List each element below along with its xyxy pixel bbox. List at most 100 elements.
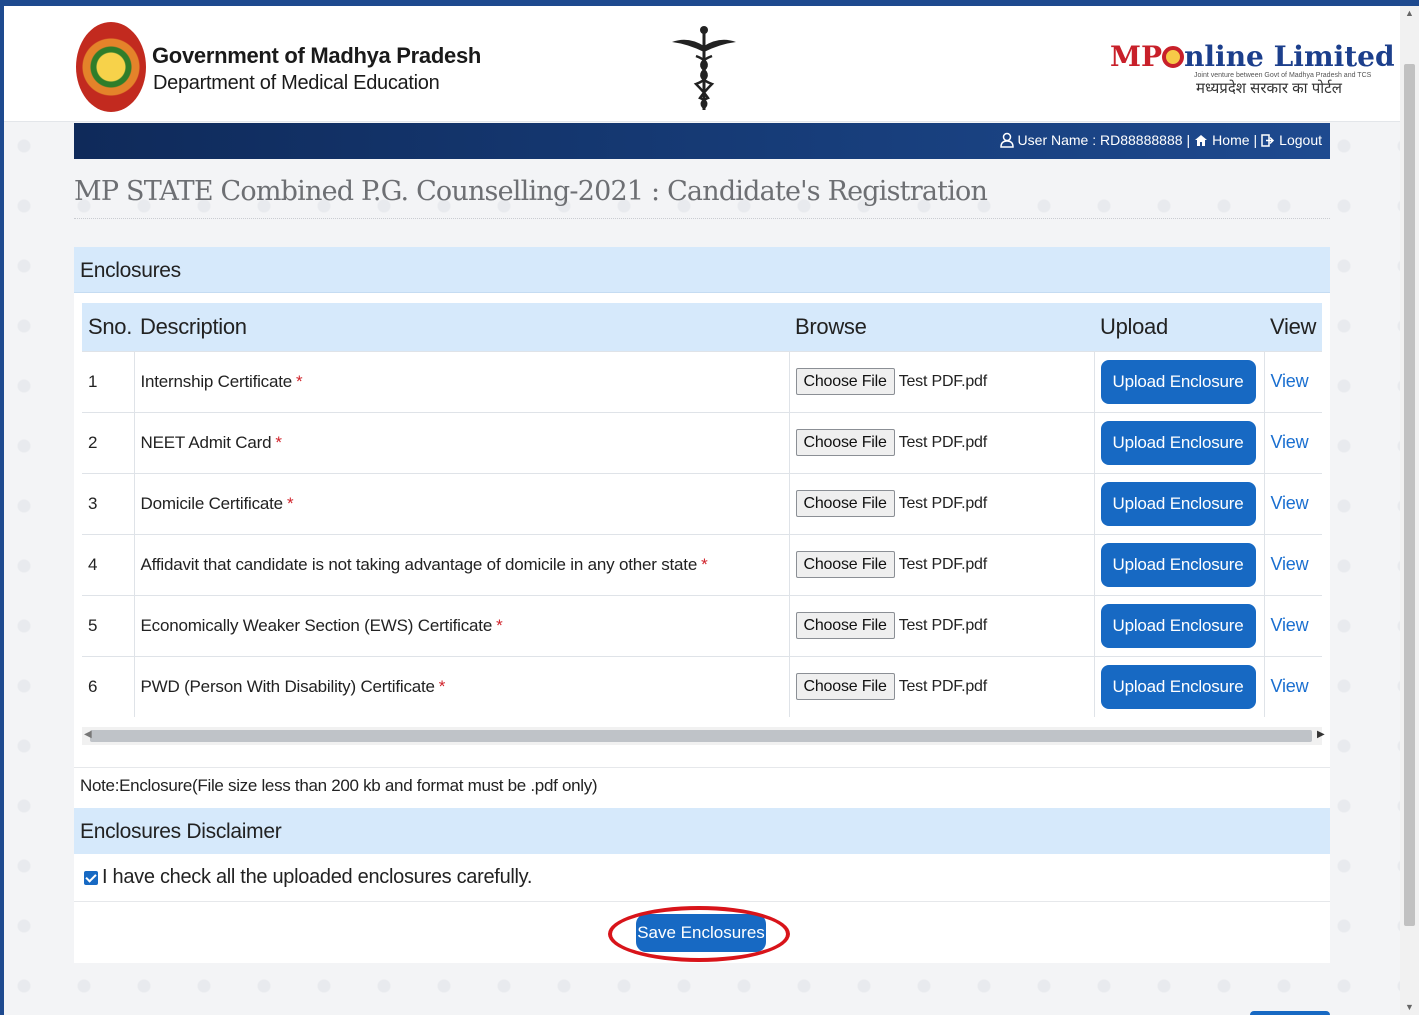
row-description: Economically Weaker Section (EWS) Certif… — [134, 594, 790, 656]
row-browse: Choose File Test PDF.pdf — [789, 655, 1095, 717]
file-size-note: Note:Enclosure(File size less than 200 k… — [80, 776, 598, 795]
row-description-text: Economically Weaker Section (EWS) Certif… — [140, 615, 493, 635]
table-row: 2 NEET Admit Card * Choose File Test PDF.p… — [82, 411, 1322, 473]
upload-enclosure-button[interactable]: Upload Enclosure — [1100, 420, 1256, 465]
disclaimer-checkbox-row[interactable]: I have check all the uploaded enclosures… — [84, 866, 532, 889]
scroll-right-arrow-icon[interactable]: ▶ — [1317, 729, 1325, 740]
home-icon[interactable] — [1194, 134, 1208, 147]
row-view: View — [1264, 655, 1322, 717]
row-description-text: PWD (Person With Disability) Certificate — [140, 676, 435, 696]
row-upload: Upload Enclosure — [1094, 472, 1265, 534]
row-upload: Upload Enclosure — [1094, 533, 1265, 595]
column-header-upload: Upload — [1094, 303, 1264, 351]
disclaimer-checkbox[interactable] — [84, 870, 98, 885]
column-header-sno: Sno. — [82, 303, 134, 351]
scroll-left-arrow-icon[interactable]: ◀ — [84, 729, 92, 740]
row-description: Domicile Certificate * — [134, 472, 790, 534]
upload-enclosure-button[interactable]: Upload Enclosure — [1100, 481, 1256, 526]
row-browse: Choose File Test PDF.pdf — [789, 533, 1095, 595]
row-view: View — [1264, 594, 1322, 656]
row-description-text: Domicile Certificate — [140, 493, 284, 513]
table-scroll-thumb[interactable] — [90, 730, 1312, 742]
site-header: Government of Madhya Pradesh Department … — [4, 6, 1400, 122]
row-view: View — [1264, 533, 1322, 595]
table-row: 1 Internship Certificate * Choose File Tes… — [82, 350, 1322, 412]
required-mark: * — [296, 371, 303, 391]
nav-separator: | — [1186, 132, 1191, 148]
choose-file-button[interactable]: Choose File — [795, 368, 895, 395]
nav-links: User Name : RD88888888 | Home | Logout — [999, 132, 1322, 148]
table-header-row: Sno. Description Browse Upload View — [82, 303, 1322, 351]
scroll-down-arrow-icon[interactable]: ▼ — [1405, 1002, 1414, 1012]
enclosures-panel-header: Enclosures — [74, 247, 1330, 293]
table-row: 4 Affidavit that candidate is not taking… — [82, 533, 1322, 595]
view-link[interactable]: View — [1271, 554, 1309, 574]
selected-file-name: Test PDF.pdf — [898, 372, 988, 390]
selected-file-name: Test PDF.pdf — [898, 433, 988, 451]
view-link[interactable]: View — [1271, 676, 1309, 696]
choose-file-button[interactable]: Choose File — [795, 490, 895, 517]
upload-enclosure-button[interactable]: Upload Enclosure — [1100, 542, 1256, 587]
row-description: PWD (Person With Disability) Certificate… — [134, 655, 790, 717]
row-upload: Upload Enclosure — [1094, 594, 1265, 656]
row-description-text: Internship Certificate — [140, 371, 293, 391]
row-view: View — [1264, 350, 1322, 412]
enclosures-heading: Enclosures — [80, 259, 181, 282]
view-link[interactable]: View — [1271, 615, 1309, 635]
row-sno: 5 — [82, 594, 135, 656]
logout-icon[interactable] — [1261, 133, 1275, 147]
row-browse: Choose File Test PDF.pdf — [789, 594, 1095, 656]
table-row: 6 PWD (Person With Disability) Certifica… — [82, 655, 1322, 717]
table-row: 3 Domicile Certificate * Choose File Test … — [82, 472, 1322, 534]
column-header-description: Description — [134, 303, 789, 351]
selected-file-name: Test PDF.pdf — [898, 677, 988, 695]
row-description-text: Affidavit that candidate is not taking a… — [140, 554, 698, 574]
disclaimer-checkbox-label[interactable]: I have check all the uploaded enclosures… — [102, 866, 532, 889]
gov-title: Government of Madhya Pradesh — [152, 43, 482, 68]
title-divider — [74, 218, 1330, 219]
offscreen-button-edge — [1250, 1011, 1330, 1015]
note-divider — [74, 767, 1330, 768]
required-mark: * — [701, 554, 708, 574]
row-sno: 2 — [82, 411, 135, 473]
choose-file-button[interactable]: Choose File — [795, 551, 895, 578]
mponline-hindi-tagline: मध्यप्रदेश सरकार का पोर्टल — [1196, 80, 1342, 97]
upload-enclosure-button[interactable]: Upload Enclosure — [1100, 664, 1256, 709]
scroll-up-arrow-icon[interactable]: ▲ — [1405, 8, 1414, 18]
choose-file-button[interactable]: Choose File — [795, 673, 895, 701]
enclosures-panel: Enclosures Sno. Description Browse Uploa… — [74, 247, 1330, 963]
mponline-logo: MP nline Limited — [1110, 40, 1395, 73]
row-sno: 6 — [82, 655, 135, 717]
state-seal-icon — [76, 22, 146, 112]
choose-file-button[interactable]: Choose File — [795, 429, 895, 456]
disclaimer-header: Enclosures Disclaimer — [74, 808, 1330, 854]
row-browse: Choose File Test PDF.pdf — [789, 472, 1095, 534]
column-header-browse: Browse — [789, 303, 1094, 351]
view-link[interactable]: View — [1271, 493, 1309, 513]
row-description: Affidavit that candidate is not taking a… — [134, 533, 790, 595]
upload-enclosure-button[interactable]: Upload Enclosure — [1100, 603, 1256, 648]
row-browse: Choose File Test PDF.pdf — [789, 350, 1095, 412]
row-sno: 1 — [82, 350, 135, 412]
logout-link[interactable]: Logout — [1279, 132, 1322, 148]
column-header-view: View — [1264, 303, 1322, 351]
required-mark: * — [496, 615, 503, 635]
home-link[interactable]: Home — [1212, 132, 1249, 148]
page-scroll-thumb[interactable] — [1404, 64, 1415, 926]
required-mark: * — [286, 493, 294, 513]
disclaimer-heading: Enclosures Disclaimer — [80, 820, 282, 843]
row-browse: Choose File Test PDF.pdf — [789, 411, 1095, 473]
view-link[interactable]: View — [1271, 432, 1309, 452]
page-title: MP STATE Combined P.G. Counselling-2021 … — [74, 176, 988, 207]
view-link[interactable]: View — [1271, 371, 1309, 391]
row-view: View — [1264, 472, 1322, 534]
choose-file-button[interactable]: Choose File — [795, 612, 895, 639]
required-mark: * — [275, 432, 282, 452]
enclosures-table: Sno. Description Browse Upload View 1 In… — [82, 303, 1322, 717]
selected-file-name: Test PDF.pdf — [898, 494, 988, 512]
table-row: 5 Economically Weaker Section (EWS) Cert… — [82, 594, 1322, 656]
upload-enclosure-button[interactable]: Upload Enclosure — [1100, 359, 1256, 404]
row-sno: 3 — [82, 472, 135, 534]
row-upload: Upload Enclosure — [1094, 411, 1265, 473]
caduceus-icon — [672, 26, 736, 110]
